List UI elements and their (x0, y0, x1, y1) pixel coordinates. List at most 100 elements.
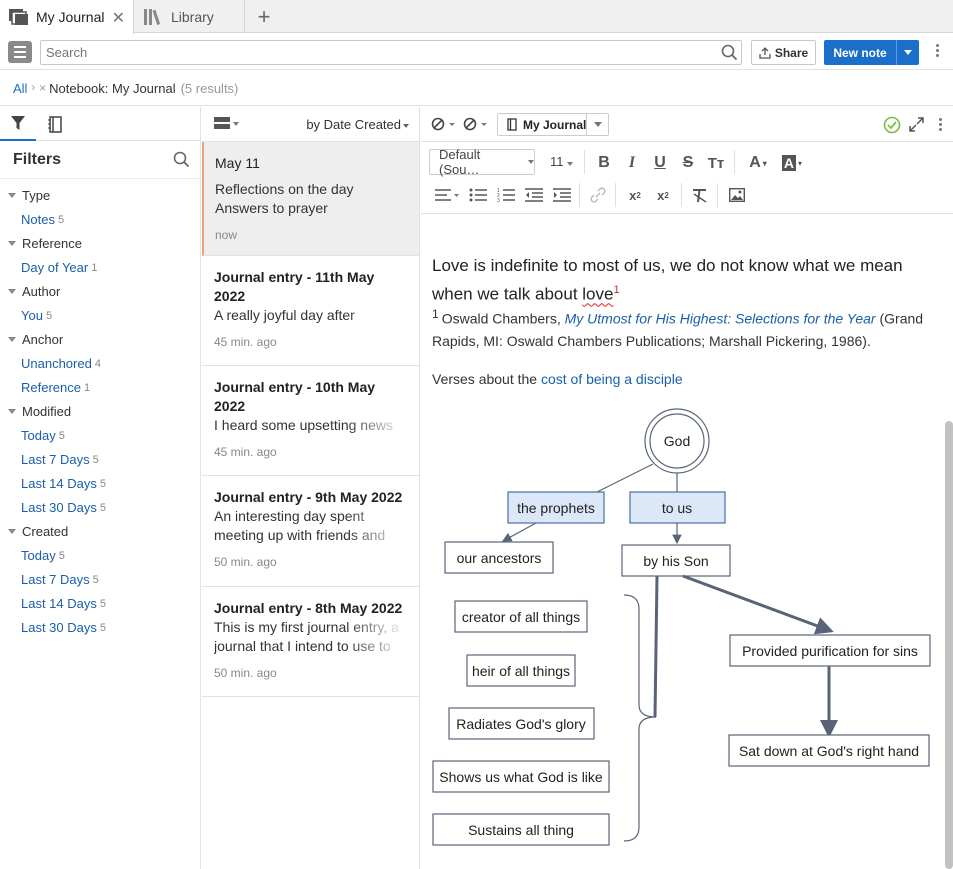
note-paragraph[interactable]: Love is indefinite to most of us, we do … (432, 253, 932, 307)
tab-filters[interactable] (0, 107, 36, 141)
no-anchor-icon[interactable] (431, 116, 457, 135)
filter-item-modified-14-days[interactable]: Last 14 Days 5 (0, 471, 200, 495)
italic-icon[interactable]: I (621, 152, 643, 174)
filter-item-label: Last 14 Days (21, 475, 97, 491)
concept-diagram[interactable]: God the prophets to us our ancestors by … (421, 395, 941, 869)
note-document[interactable]: Love is indefinite to most of us, we do … (421, 215, 953, 869)
note-time: 45 min. ago (214, 335, 277, 349)
font-family-select[interactable]: Default (Sou… (429, 147, 535, 177)
filter-group-type[interactable]: Type (0, 183, 200, 207)
search-input[interactable] (40, 40, 742, 65)
node-label: Provided purification for sins (742, 643, 918, 659)
note-card[interactable]: Journal entry - 11th May 2022 A really j… (202, 256, 419, 366)
filter-group-anchor[interactable]: Anchor (0, 327, 200, 351)
font-size-select[interactable]: 11 (550, 154, 574, 169)
filter-item-day-of-year[interactable]: Day of Year 1 (0, 255, 200, 279)
note-card[interactable]: Journal entry - 10th May 2022 I heard so… (202, 366, 419, 476)
note-card[interactable]: Journal entry - 9th May 2022 An interest… (202, 476, 419, 587)
editor-scrollbar[interactable] (945, 421, 953, 869)
tab-library[interactable]: Library (135, 0, 245, 33)
caret-down-icon[interactable] (586, 114, 608, 135)
footnote-book-link[interactable]: My Utmost for His Highest: Selections fo… (565, 311, 876, 327)
add-tab-icon[interactable]: + (252, 4, 276, 30)
underline-icon[interactable]: U (649, 152, 671, 174)
expand-icon[interactable] (909, 117, 924, 135)
new-note-dropdown-icon[interactable] (896, 40, 919, 65)
footnote-reference[interactable]: 1 (613, 284, 619, 296)
filter-item-unanchored[interactable]: Unanchored 4 (0, 351, 200, 375)
font-family-value: Default (Sou… (439, 147, 481, 177)
diagram-node-creator[interactable]: creator of all things (454, 600, 588, 633)
diagram-node-to-us[interactable]: to us (629, 491, 726, 524)
diagram-node-prophets[interactable]: the prophets (507, 491, 605, 524)
new-note-button[interactable]: New note (824, 40, 896, 65)
filter-item-modified-7-days[interactable]: Last 7 Days 5 (0, 447, 200, 471)
note-card[interactable]: May 11 Reflections on the day Answers to… (202, 142, 419, 256)
diagram-node-son[interactable]: by his Son (621, 544, 731, 577)
filter-group-reference[interactable]: Reference (0, 231, 200, 255)
more-options-icon[interactable] (936, 44, 940, 57)
diagram-node-purification[interactable]: Provided purification for sins (729, 634, 931, 667)
filter-group-created[interactable]: Created (0, 519, 200, 543)
diagram-node-god[interactable]: God (644, 408, 710, 474)
more-options-icon[interactable] (939, 118, 943, 131)
search-icon[interactable] (721, 44, 738, 64)
superscript-icon[interactable]: x2 (652, 184, 674, 206)
clear-formatting-icon[interactable] (689, 184, 711, 206)
remove-filter-icon[interactable]: × (39, 81, 46, 95)
note-time: 45 min. ago (214, 445, 277, 459)
note-snippet: journal that I intend to use to (214, 637, 407, 656)
font-color-icon[interactable]: A ▾ (743, 152, 773, 174)
search-icon[interactable] (173, 151, 190, 173)
diagram-node-ancestors[interactable]: our ancestors (444, 541, 554, 574)
view-mode-icon[interactable] (214, 117, 240, 134)
indent-icon[interactable] (551, 184, 573, 206)
filter-item-you[interactable]: You 5 (0, 303, 200, 327)
node-label: Sat down at God's right hand (739, 743, 919, 759)
filter-item-created-14-days[interactable]: Last 14 Days 5 (0, 591, 200, 615)
notebook-selector[interactable]: My Journal (497, 113, 609, 136)
link-icon[interactable] (587, 184, 609, 206)
filter-item-notes[interactable]: Notes 5 (0, 207, 200, 231)
filter-item-created-30-days[interactable]: Last 30 Days 5 (0, 615, 200, 639)
diagram-node-radiates[interactable]: Radiates God's glory (448, 707, 595, 740)
diagram-bracket (623, 716, 657, 842)
filter-item-created-7-days[interactable]: Last 7 Days 5 (0, 567, 200, 591)
bullet-list-icon[interactable] (467, 184, 489, 206)
filter-item-created-today[interactable]: Today 5 (0, 543, 200, 567)
tab-my-journal[interactable]: My Journal ✕ (0, 0, 134, 34)
diagram-node-sat-down[interactable]: Sat down at God's right hand (728, 734, 930, 767)
align-icon[interactable] (433, 184, 463, 206)
strikethrough-icon[interactable]: S (677, 152, 699, 174)
diagram-node-sustains[interactable]: Sustains all thing (432, 813, 610, 846)
share-button[interactable]: Share (751, 40, 816, 65)
library-icon (143, 8, 165, 26)
hamburger-menu-icon[interactable] (8, 41, 32, 63)
filter-item-label: Last 7 Days (21, 571, 90, 587)
note-card[interactable]: Journal entry - 8th May 2022 This is my … (202, 587, 419, 697)
close-icon[interactable]: ✕ (112, 8, 125, 28)
filter-group-modified[interactable]: Modified (0, 399, 200, 423)
misspelled-word[interactable]: love (582, 285, 613, 304)
filter-group-author[interactable]: Author (0, 279, 200, 303)
note-title: Journal entry - 10th May 2022 (214, 379, 376, 414)
outdent-icon[interactable] (523, 184, 545, 206)
verses-link[interactable]: cost of being a disciple (541, 371, 683, 387)
filter-item-modified-today[interactable]: Today 5 (0, 423, 200, 447)
sort-dropdown[interactable]: by Date Created (306, 117, 409, 132)
insert-image-icon[interactable] (726, 184, 748, 206)
diagram-node-heir[interactable]: heir of all things (466, 654, 576, 687)
bold-icon[interactable]: B (593, 152, 615, 174)
note-snippet: Answers to prayer (215, 200, 328, 216)
breadcrumb-all-link[interactable]: All (13, 81, 27, 96)
filter-item-modified-30-days[interactable]: Last 30 Days 5 (0, 495, 200, 519)
no-reference-icon[interactable] (463, 116, 489, 135)
filter-item-reference[interactable]: Reference 1 (0, 375, 200, 399)
subscript-icon[interactable]: x2 (624, 184, 646, 206)
numbered-list-icon[interactable]: 123 (495, 184, 517, 206)
breadcrumb-notebook: Notebook: My Journal (49, 80, 176, 96)
highlight-color-icon[interactable]: A ▾ (777, 152, 807, 174)
text-case-icon[interactable]: Tт (705, 152, 727, 174)
diagram-node-shows[interactable]: Shows us what God is like (432, 760, 610, 793)
tab-notebooks[interactable] (37, 107, 73, 141)
